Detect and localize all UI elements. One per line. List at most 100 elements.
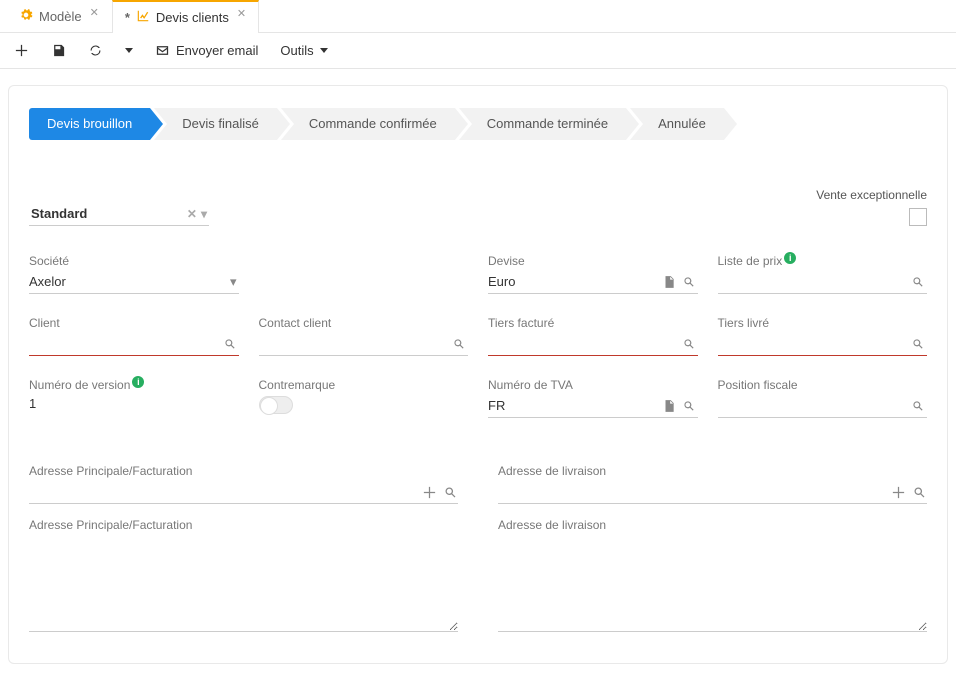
- step-devis-finalise[interactable]: Devis finalisé: [154, 108, 277, 140]
- search-icon[interactable]: [452, 337, 466, 351]
- step-devis-brouillon[interactable]: Devis brouillon: [29, 108, 150, 140]
- search-icon[interactable]: [682, 275, 696, 289]
- company-select[interactable]: Axelor ▾: [29, 272, 239, 294]
- field-label: Adresse Principale/Facturation: [29, 518, 458, 532]
- refresh-button[interactable]: [88, 43, 103, 58]
- toolbar: Envoyer email Outils: [0, 33, 956, 69]
- search-icon[interactable]: [911, 337, 925, 351]
- field-label: Contremarque: [259, 378, 469, 392]
- close-icon[interactable]: ✕: [90, 6, 99, 19]
- delivery-address-text-field: Adresse de livraison: [498, 518, 927, 635]
- search-icon[interactable]: [911, 399, 925, 413]
- template-select[interactable]: Standard ✕ ▾: [29, 202, 209, 226]
- field-label: Devise: [488, 254, 698, 268]
- tab-model[interactable]: Modèle ✕: [6, 0, 112, 32]
- step-commande-terminee[interactable]: Commande terminée: [459, 108, 626, 140]
- field-label: Contact client: [259, 316, 469, 330]
- field-label: Adresse Principale/Facturation: [29, 464, 458, 478]
- workflow-steps: Devis brouillon Devis finalisé Commande …: [29, 108, 927, 140]
- address-section: Adresse Principale/Facturation Adresse d…: [29, 464, 927, 635]
- invoiced-third-field: Tiers facturé: [488, 316, 698, 356]
- search-icon[interactable]: [223, 337, 237, 351]
- plus-icon[interactable]: [891, 485, 906, 500]
- price-list-field: Liste de prixi: [718, 254, 928, 294]
- field-label: Tiers facturé: [488, 316, 698, 330]
- countermark-field: Contremarque: [259, 378, 469, 418]
- invoiced-third-input[interactable]: [488, 334, 698, 356]
- currency-value: Euro: [488, 274, 515, 289]
- tab-devis-clients[interactable]: * Devis clients ✕: [112, 0, 259, 33]
- search-icon[interactable]: [443, 485, 458, 500]
- main-billing-address-textarea[interactable]: [29, 536, 458, 632]
- info-icon[interactable]: i: [784, 252, 796, 264]
- tab-strip: Modèle ✕ * Devis clients ✕: [0, 0, 956, 33]
- chart-line-icon: [136, 9, 150, 26]
- document-icon[interactable]: [662, 275, 676, 289]
- close-icon[interactable]: ✕: [237, 7, 246, 20]
- fiscal-position-input[interactable]: [718, 396, 928, 418]
- search-icon[interactable]: [912, 485, 927, 500]
- field-label: Position fiscale: [718, 378, 928, 392]
- exceptional-sale: Vente exceptionnelle: [816, 188, 927, 226]
- delivery-address-select[interactable]: [498, 482, 927, 504]
- field-label: Adresse de livraison: [498, 464, 927, 478]
- tools-label: Outils: [280, 43, 313, 58]
- step-annulee[interactable]: Annulée: [630, 108, 724, 140]
- delivered-third-input[interactable]: [718, 334, 928, 356]
- currency-input[interactable]: Euro: [488, 272, 698, 294]
- search-icon[interactable]: [682, 399, 696, 413]
- send-email-label: Envoyer email: [176, 43, 258, 58]
- field-label: Adresse de livraison: [498, 518, 927, 532]
- form-header-row: Standard ✕ ▾ Vente exceptionnelle: [29, 188, 927, 226]
- tab-label: Devis clients: [156, 10, 229, 25]
- delivery-address-field: Adresse de livraison: [498, 464, 927, 504]
- price-list-input[interactable]: [718, 272, 928, 294]
- company-field: Société Axelor ▾: [29, 254, 239, 294]
- info-icon[interactable]: i: [132, 376, 144, 388]
- tab-label: Modèle: [39, 9, 82, 24]
- gear-icon: [19, 8, 33, 25]
- template-select-value: Standard: [31, 206, 87, 221]
- send-email-button[interactable]: Envoyer email: [155, 43, 258, 58]
- step-commande-confirmee[interactable]: Commande confirmée: [281, 108, 455, 140]
- tools-dropdown[interactable]: Outils: [280, 43, 327, 58]
- client-input[interactable]: [29, 334, 239, 356]
- chevron-down-icon: [320, 48, 328, 53]
- countermark-toggle[interactable]: [259, 396, 293, 414]
- save-button[interactable]: [51, 43, 66, 58]
- exceptional-sale-label: Vente exceptionnelle: [816, 188, 927, 202]
- vat-number-value: FR: [488, 398, 505, 413]
- chevron-down-icon[interactable]: ▾: [201, 207, 207, 221]
- currency-field: Devise Euro: [488, 254, 698, 294]
- field-label: Tiers livré: [718, 316, 928, 330]
- chevron-down-icon: [125, 48, 133, 53]
- field-label: Société: [29, 254, 239, 268]
- clear-icon[interactable]: ✕: [187, 207, 197, 221]
- version-number-field: Numéro de versioni 1: [29, 378, 239, 418]
- dropdown-caret[interactable]: [125, 48, 133, 53]
- company-value: Axelor: [29, 274, 66, 289]
- exceptional-sale-checkbox[interactable]: [909, 208, 927, 226]
- main-billing-address-field: Adresse Principale/Facturation: [29, 464, 458, 504]
- field-label: Numéro de versioni: [29, 378, 239, 392]
- client-field: Client: [29, 316, 239, 356]
- field-label: Numéro de TVA: [488, 378, 698, 392]
- plus-icon[interactable]: [422, 485, 437, 500]
- mail-icon: [155, 43, 170, 58]
- vat-number-input[interactable]: FR: [488, 396, 698, 418]
- main-billing-address-text-field: Adresse Principale/Facturation: [29, 518, 458, 635]
- client-contact-input[interactable]: [259, 334, 469, 356]
- delivery-address-textarea[interactable]: [498, 536, 927, 632]
- fiscal-position-field: Position fiscale: [718, 378, 928, 418]
- form-card: Devis brouillon Devis finalisé Commande …: [8, 85, 948, 664]
- search-icon[interactable]: [911, 275, 925, 289]
- search-icon[interactable]: [682, 337, 696, 351]
- document-icon[interactable]: [662, 399, 676, 413]
- main-billing-address-select[interactable]: [29, 482, 458, 504]
- form-grid: Société Axelor ▾ Devise Euro Liste de pr…: [29, 254, 927, 418]
- dirty-indicator: *: [125, 10, 130, 25]
- vat-number-field: Numéro de TVA FR: [488, 378, 698, 418]
- field-label: Client: [29, 316, 239, 330]
- new-button[interactable]: [14, 43, 29, 58]
- chevron-down-icon: ▾: [230, 274, 237, 290]
